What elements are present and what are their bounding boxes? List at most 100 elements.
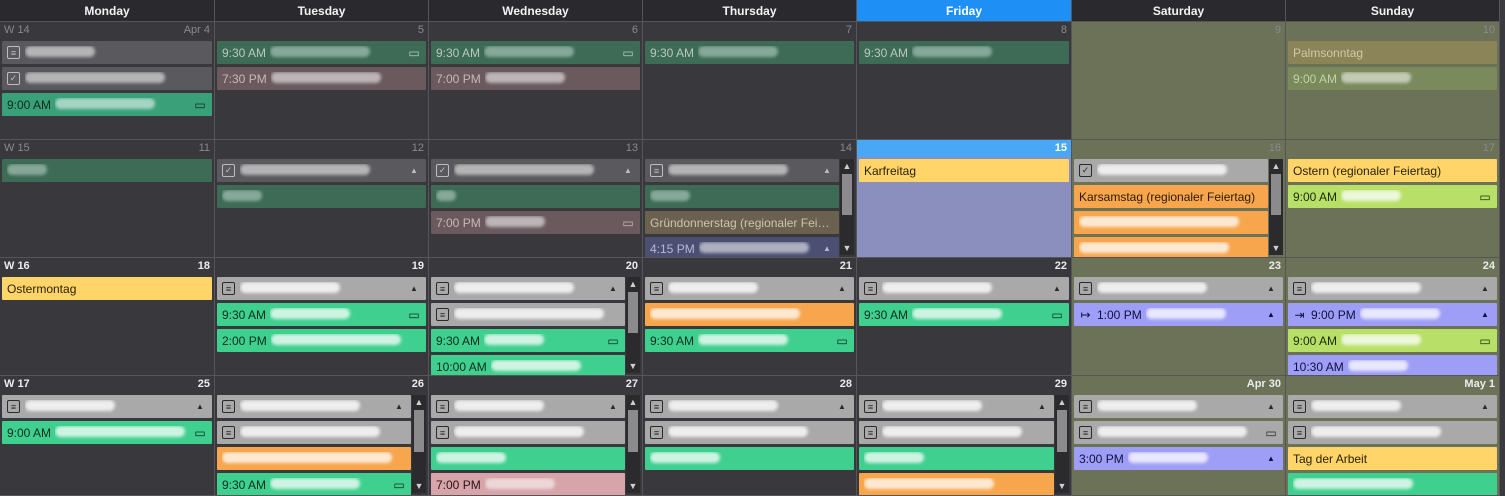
scrollbar-track[interactable]	[1055, 409, 1069, 479]
calendar-event[interactable]: 7:00 PM ▭	[431, 211, 640, 234]
scroll-down-icon[interactable]: ▼	[412, 479, 426, 493]
scrollbar-thumb[interactable]	[842, 174, 852, 215]
scrollbar-thumb[interactable]	[1057, 410, 1067, 452]
calendar-event[interactable]: ≡ ▲	[2, 395, 212, 418]
scrollbar-track[interactable]	[626, 409, 640, 479]
calendar-event[interactable]: ≡ ▲	[1288, 395, 1497, 418]
scrollbar-track[interactable]	[840, 173, 854, 241]
calendar-event[interactable]: 10:00 AM	[431, 355, 625, 375]
day-cell[interactable]: 13 ✓ ▲ 7:00 PM ▭	[429, 140, 643, 258]
day-cell[interactable]: W 14 Apr 4 ≡ ✓ 9:00 AM ▭	[0, 22, 215, 140]
calendar-event[interactable]	[431, 185, 640, 208]
scrollbar-track[interactable]	[1269, 173, 1283, 241]
calendar-event[interactable]	[1074, 237, 1268, 257]
scroll-up-icon[interactable]: ▲	[1055, 395, 1069, 409]
calendar-event[interactable]: 9:30 AM ▭	[431, 41, 640, 64]
day-cell[interactable]: W 17 25 ≡ ▲ 9:00 AM ▭	[0, 376, 215, 496]
day-cell[interactable]: Apr 30 ≡ ▲ ≡ ▭ 3:00 PM ▲	[1072, 376, 1286, 496]
calendar-event[interactable]: 9:30 AM ▭	[217, 41, 426, 64]
calendar-event[interactable]: ≡ ▲	[645, 277, 854, 300]
calendar-event[interactable]: ≡ ▲	[431, 277, 625, 300]
calendar-event[interactable]: 3:00 PM ▲	[1074, 447, 1283, 470]
scrollbar-track[interactable]	[412, 409, 426, 479]
day-cell[interactable]: 6 9:30 AM ▭ 7:00 PM	[429, 22, 643, 140]
calendar-event[interactable]	[645, 303, 854, 326]
calendar-event[interactable]: ≡ ▭	[1074, 421, 1283, 444]
calendar-event[interactable]: ↦ 1:00 PM ▲	[1074, 303, 1283, 326]
calendar-event[interactable]: 9:30 AM ▭	[431, 329, 625, 352]
scrollbar-thumb[interactable]	[414, 410, 424, 452]
calendar-event[interactable]: Tag der Arbeit	[1288, 447, 1497, 470]
scroll-up-icon[interactable]: ▲	[412, 395, 426, 409]
calendar-event[interactable]: Ostermontag	[2, 277, 212, 300]
event-scrollbar[interactable]: ▲ ▼	[412, 395, 426, 493]
calendar-event[interactable]: ≡ ▲	[431, 395, 625, 418]
scrollbar-thumb[interactable]	[628, 410, 638, 452]
calendar-event[interactable]	[645, 447, 854, 470]
calendar-event[interactable]: 9:30 AM ▭	[859, 303, 1069, 326]
day-cell[interactable]: 29 ≡ ▲ ≡ ▲ ▼	[857, 376, 1072, 496]
scroll-up-icon[interactable]: ▲	[626, 277, 640, 291]
day-cell[interactable]: 12 ✓ ▲	[215, 140, 429, 258]
calendar-event[interactable]	[645, 185, 839, 208]
scroll-up-icon[interactable]: ▲	[626, 395, 640, 409]
calendar-event[interactable]: ≡ ▲	[217, 395, 411, 418]
calendar-event[interactable]: 7:00 PM	[431, 473, 625, 495]
calendar-event[interactable]: 4:15 PM ▲	[645, 237, 839, 257]
day-cell[interactable]: 28 ≡ ▲ ≡	[643, 376, 857, 496]
calendar-event[interactable]: ≡ ▲	[645, 395, 854, 418]
calendar-event[interactable]: ≡	[217, 421, 411, 444]
calendar-event[interactable]: 9:00 AM ▭	[2, 421, 212, 444]
calendar-event[interactable]	[859, 447, 1054, 470]
calendar-event[interactable]	[217, 447, 411, 470]
day-cell[interactable]: 26 ≡ ▲ ≡ 9:30 AM ▭ ▲ ▼	[215, 376, 429, 496]
day-cell[interactable]: 20 ≡ ▲ ≡ 9:30 AM ▭ 10:00 AM ▲ ▼	[429, 258, 643, 376]
calendar-event[interactable]: ✓	[2, 67, 212, 90]
calendar-event[interactable]: 9:00 AM ▭	[1288, 329, 1497, 352]
calendar-event[interactable]	[217, 185, 426, 208]
day-cell[interactable]: 7 9:30 AM	[643, 22, 857, 140]
day-cell[interactable]: 24 ≡ ▲ ⇥ 9:00 PM ▲ 9:00 AM ▭ 10:30 AM	[1286, 258, 1500, 376]
scrollbar-track[interactable]	[626, 291, 640, 359]
calendar-event[interactable]: 9:00 AM	[1288, 67, 1497, 90]
event-scrollbar[interactable]: ▲ ▼	[1055, 395, 1069, 493]
calendar-event[interactable]: ≡	[859, 421, 1054, 444]
calendar-event[interactable]: ≡ ▲	[1288, 277, 1497, 300]
day-cell[interactable]: 14 ≡ ▲ Gründonnerstag (regionaler Feie... 4:…	[643, 140, 857, 258]
day-cell[interactable]: 15 Karfreitag	[857, 140, 1072, 258]
calendar-event[interactable]	[431, 447, 625, 470]
day-cell[interactable]: 9	[1072, 22, 1286, 140]
event-scrollbar[interactable]: ▲ ▼	[840, 159, 854, 255]
calendar-event[interactable]: Gründonnerstag (regionaler Feie...	[645, 211, 839, 234]
calendar-event[interactable]: 9:00 AM ▭	[1288, 185, 1497, 208]
calendar-event[interactable]: 9:30 AM ▭	[217, 303, 426, 326]
calendar-event[interactable]: ✓ ▲	[431, 159, 640, 182]
calendar-event[interactable]: ≡ ▲	[1074, 277, 1283, 300]
calendar-event[interactable]	[1288, 473, 1497, 495]
scroll-down-icon[interactable]: ▼	[626, 359, 640, 373]
event-scrollbar[interactable]: ▲ ▼	[1269, 159, 1283, 255]
day-cell[interactable]: 22 ≡ ▲ 9:30 AM ▭	[857, 258, 1072, 376]
calendar-event[interactable]: ≡ ▲	[859, 395, 1054, 418]
calendar-event[interactable]: ≡ ▲	[645, 159, 839, 182]
calendar-event[interactable]: 9:30 AM ▭	[217, 473, 411, 495]
day-cell[interactable]: W 15 11	[0, 140, 215, 258]
scroll-down-icon[interactable]: ▼	[1269, 241, 1283, 255]
calendar-event[interactable]: 7:30 PM	[217, 67, 426, 90]
day-cell[interactable]: 10 Palmsonntag 9:00 AM	[1286, 22, 1500, 140]
day-cell[interactable]: 27 ≡ ▲ ≡ 7:00 PM ▲ ▼	[429, 376, 643, 496]
scrollbar-thumb[interactable]	[628, 292, 638, 333]
day-cell[interactable]: 21 ≡ ▲ 9:30 AM ▭	[643, 258, 857, 376]
calendar-event[interactable]: ⇥ 9:00 PM ▲	[1288, 303, 1497, 326]
calendar-event[interactable]: 9:30 AM	[859, 41, 1069, 64]
day-cell[interactable]: W 16 18 Ostermontag	[0, 258, 215, 376]
calendar-event[interactable]	[1074, 211, 1268, 234]
calendar-event[interactable]: ≡	[431, 421, 625, 444]
event-scrollbar[interactable]: ▲ ▼	[626, 277, 640, 373]
calendar-event[interactable]: ≡	[1288, 421, 1497, 444]
calendar-event[interactable]: ✓ ▲	[217, 159, 426, 182]
calendar-event[interactable]: 9:30 AM ▭	[645, 329, 854, 352]
scroll-up-icon[interactable]: ▲	[840, 159, 854, 173]
calendar-event[interactable]	[859, 473, 1054, 495]
calendar-event[interactable]: ≡ ▲	[217, 277, 426, 300]
